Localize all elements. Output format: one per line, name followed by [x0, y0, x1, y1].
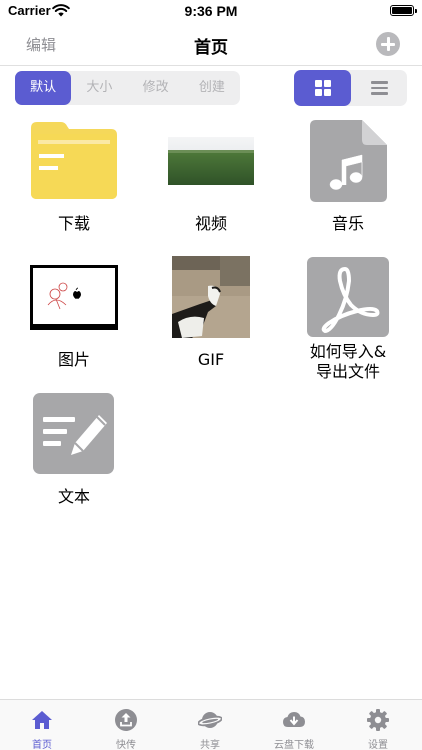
- edit-button[interactable]: 编辑: [26, 34, 56, 55]
- video-thumbnail: [168, 137, 254, 185]
- tab-label-home: 首页: [32, 740, 52, 750]
- grid-icon: [315, 80, 331, 96]
- list-view-button[interactable]: [351, 70, 407, 106]
- tab-home[interactable]: 首页: [0, 700, 84, 750]
- home-icon: [32, 711, 52, 729]
- cloud-download-icon: [283, 712, 305, 727]
- planet-icon: [198, 712, 222, 728]
- image-thumbnail: [30, 265, 118, 330]
- view-mode-toggle: [294, 70, 407, 106]
- tab-settings[interactable]: 设置: [336, 700, 420, 750]
- upload-icon: [115, 709, 137, 731]
- tab-label-quick-transfer: 快传: [116, 740, 136, 750]
- navigation-bar: 编辑 首页: [0, 22, 422, 66]
- gif-thumbnail: [172, 256, 250, 338]
- item-label-text: 文本: [57, 487, 90, 506]
- item-label-import-export-line2: 导出文件: [315, 362, 380, 381]
- folder-icon: [31, 122, 117, 199]
- music-file-icon: [310, 120, 387, 202]
- text-note-icon: [33, 393, 114, 474]
- battery-icon: [390, 5, 417, 16]
- gear-icon: [367, 709, 389, 731]
- pdf-icon: [307, 257, 389, 337]
- tab-quick-transfer[interactable]: 快传: [84, 700, 168, 750]
- sort-option-created[interactable]: 创建: [184, 71, 240, 105]
- item-label-video: 视频: [194, 214, 227, 233]
- item-label-downloads: 下载: [57, 214, 90, 233]
- page-title: 首页: [194, 38, 228, 58]
- sort-option-size[interactable]: 大小: [71, 71, 127, 105]
- sort-segmented-control: 默认 大小 修改 创建: [15, 71, 240, 105]
- sort-option-default[interactable]: 默认: [15, 71, 72, 105]
- tab-share[interactable]: 共享: [168, 700, 252, 750]
- status-bar: Carrier 9:36 PM: [0, 0, 422, 22]
- sort-option-modified[interactable]: 修改: [128, 71, 184, 105]
- add-button[interactable]: [376, 32, 400, 56]
- item-label-music: 音乐: [331, 214, 364, 233]
- grid-view-button[interactable]: [294, 70, 351, 106]
- clock: 9:36 PM: [184, 3, 238, 19]
- tab-label-settings: 设置: [368, 740, 388, 750]
- list-icon: [371, 81, 388, 95]
- tab-cloud-download[interactable]: 云盘下载: [252, 700, 336, 750]
- tab-bar: 首页 快传 共享 云盘下载 设置: [0, 699, 422, 750]
- item-label-gif: GIF: [197, 350, 225, 369]
- item-label-import-export-line1: 如何导入&: [309, 342, 387, 361]
- tab-label-cloud-download: 云盘下载: [274, 740, 314, 750]
- tab-label-share: 共享: [200, 740, 220, 750]
- item-label-pictures: 图片: [57, 350, 90, 369]
